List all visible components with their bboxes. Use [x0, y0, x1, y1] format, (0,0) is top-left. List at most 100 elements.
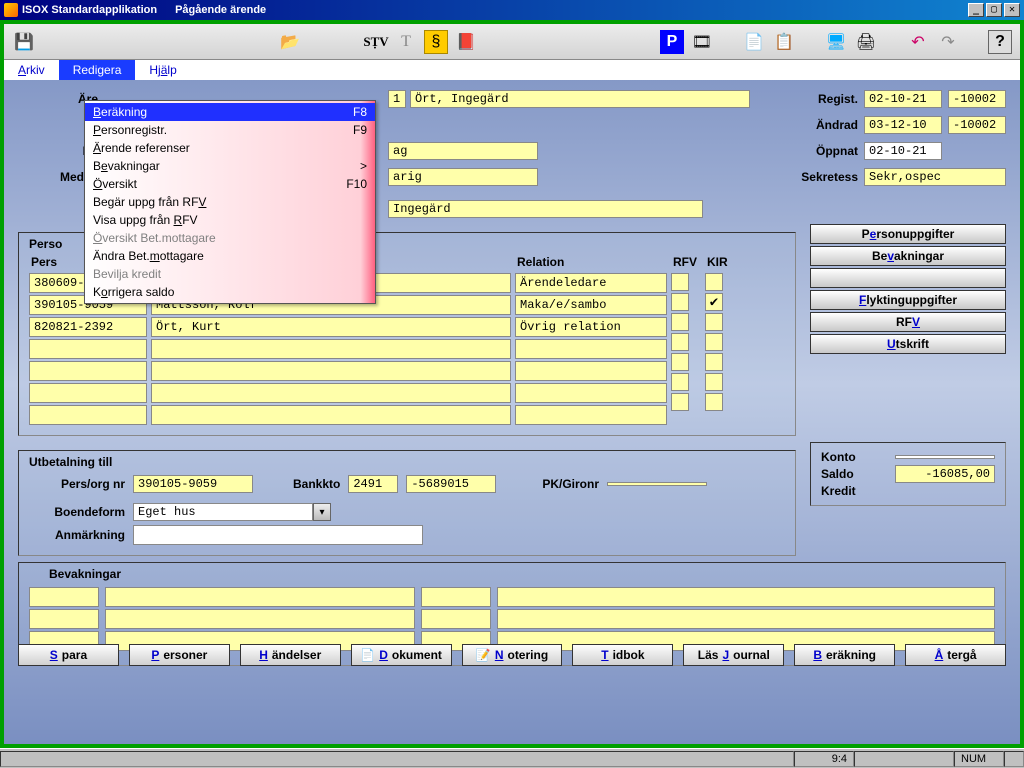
- side-button[interactable]: Personuppgifter: [810, 224, 1006, 244]
- andrad-date[interactable]: 03-12-10: [864, 116, 942, 134]
- kir-checkbox[interactable]: ✔: [705, 293, 723, 311]
- menu-item[interactable]: Ändra Bet.mottagare: [85, 247, 375, 265]
- kir-checkbox[interactable]: [705, 273, 723, 291]
- menu-item[interactable]: Personregistr.F9: [85, 121, 375, 139]
- pnr-cell[interactable]: [29, 361, 147, 381]
- rfv-checkbox[interactable]: [671, 373, 689, 391]
- pkgiro-field[interactable]: [607, 482, 707, 486]
- rfv-checkbox[interactable]: [671, 293, 689, 311]
- copy-icon[interactable]: 📄: [742, 30, 766, 54]
- arende-nr[interactable]: 1: [388, 90, 406, 108]
- paste-icon[interactable]: 📋: [772, 30, 796, 54]
- side-button[interactable]: Bevakningar: [810, 246, 1006, 266]
- open-case-icon[interactable]: 📂: [278, 30, 302, 54]
- menu-item[interactable]: BeräkningF8: [85, 103, 375, 121]
- berakning-button[interactable]: Beräkning: [794, 644, 895, 666]
- stv-icon[interactable]: SṬV: [364, 30, 388, 54]
- pnr-cell[interactable]: [29, 405, 147, 425]
- relation-cell[interactable]: Övrig relation: [515, 317, 667, 337]
- arende-namn[interactable]: Ört, Ingegärd: [410, 90, 750, 108]
- redo-icon[interactable]: ↷: [936, 30, 960, 54]
- side-button[interactable]: Utskrift: [810, 334, 1006, 354]
- kir-checkbox[interactable]: [705, 353, 723, 371]
- kir-checkbox[interactable]: [705, 333, 723, 351]
- undo-close-icon[interactable]: ↶: [906, 30, 930, 54]
- rfv-checkbox[interactable]: [671, 393, 689, 411]
- menu-item[interactable]: Begär uppg från RFV: [85, 193, 375, 211]
- menu-hjalp[interactable]: Hjälp: [135, 60, 190, 80]
- anmarkning-field[interactable]: [133, 525, 423, 545]
- spara-button[interactable]: Spara: [18, 644, 119, 666]
- menu-item[interactable]: ÖversiktF10: [85, 175, 375, 193]
- pnr-cell[interactable]: 820821-2392: [29, 317, 147, 337]
- bevak-cell[interactable]: [29, 587, 99, 607]
- menu-item[interactable]: Ärende referenser: [85, 139, 375, 157]
- section-icon[interactable]: §: [424, 30, 448, 54]
- print-icon[interactable]: 🖨: [854, 30, 878, 54]
- name-cell[interactable]: [151, 339, 511, 359]
- side-button[interactable]: Flyktinguppgifter: [810, 290, 1006, 310]
- save-icon[interactable]: 💾: [12, 30, 36, 54]
- konto-field[interactable]: [895, 455, 995, 459]
- hand-value[interactable]: ag: [388, 142, 538, 160]
- bevak-cell[interactable]: [421, 609, 491, 629]
- relation-cell[interactable]: [515, 383, 667, 403]
- help-icon[interactable]: ?: [988, 30, 1012, 54]
- pnr-cell[interactable]: [29, 383, 147, 403]
- handelser-button[interactable]: Händelser: [240, 644, 341, 666]
- minimize-button[interactable]: _: [968, 3, 984, 17]
- text-icon[interactable]: T: [394, 30, 418, 54]
- boendeform-dropdown-btn[interactable]: ▾: [313, 503, 331, 521]
- medhand-value[interactable]: arig: [388, 168, 538, 186]
- name-cell[interactable]: [151, 361, 511, 381]
- maximize-button[interactable]: ▢: [986, 3, 1002, 17]
- name-cell[interactable]: [151, 405, 511, 425]
- relation-cell[interactable]: [515, 405, 667, 425]
- menu-arkiv[interactable]: Arkiv: [4, 60, 59, 80]
- personer-button[interactable]: Personer: [129, 644, 230, 666]
- rfv-checkbox[interactable]: [671, 313, 689, 331]
- dokument-button[interactable]: 📄Dokument: [351, 644, 452, 666]
- bevak-cell[interactable]: [29, 609, 99, 629]
- kir-checkbox[interactable]: [705, 393, 723, 411]
- tidbok-button[interactable]: Tidbok: [572, 644, 673, 666]
- bevak-cell[interactable]: [497, 609, 995, 629]
- menu-item[interactable]: Visa uppg från RFV: [85, 211, 375, 229]
- bevak-cell[interactable]: [421, 587, 491, 607]
- bankkto-field2[interactable]: -5689015: [406, 475, 496, 493]
- boendeform-combo[interactable]: Eget hus: [133, 503, 313, 521]
- parking-icon[interactable]: P: [660, 30, 684, 54]
- relation-cell[interactable]: Maka/e/sambo: [515, 295, 667, 315]
- bevak-cell[interactable]: [105, 587, 415, 607]
- help-book-icon[interactable]: 📕: [454, 30, 478, 54]
- relation-cell[interactable]: [515, 361, 667, 381]
- side-button[interactable]: RFV: [810, 312, 1006, 332]
- name-cell[interactable]: [151, 383, 511, 403]
- aterga-button[interactable]: Återgå: [905, 644, 1006, 666]
- andrad-code[interactable]: -10002: [948, 116, 1006, 134]
- close-button[interactable]: ✕: [1004, 3, 1020, 17]
- rfv-checkbox[interactable]: [671, 273, 689, 291]
- screen-icon[interactable]: 🖥: [824, 30, 848, 54]
- bankkto-field1[interactable]: 2491: [348, 475, 398, 493]
- sekretess-value[interactable]: Sekr,ospec: [864, 168, 1006, 186]
- pnr-cell[interactable]: [29, 339, 147, 359]
- name-cell[interactable]: Ört, Kurt: [151, 317, 511, 337]
- person-name-field[interactable]: Ingegärd: [388, 200, 703, 218]
- kir-checkbox[interactable]: [705, 313, 723, 331]
- film-icon[interactable]: 🎞: [690, 30, 714, 54]
- oppnat-date[interactable]: 02-10-21: [864, 142, 942, 160]
- side-button[interactable]: [810, 268, 1006, 288]
- menu-redigera[interactable]: Redigera: [59, 60, 136, 80]
- rfv-checkbox[interactable]: [671, 333, 689, 351]
- relation-cell[interactable]: [515, 339, 667, 359]
- journal-button[interactable]: Läs Journal: [683, 644, 784, 666]
- bevak-cell[interactable]: [497, 587, 995, 607]
- rfv-checkbox[interactable]: [671, 353, 689, 371]
- relation-cell[interactable]: Ärendeledare: [515, 273, 667, 293]
- menu-item[interactable]: Korrigera saldo: [85, 283, 375, 301]
- regist-date[interactable]: 02-10-21: [864, 90, 942, 108]
- bevak-cell[interactable]: [105, 609, 415, 629]
- notering-button[interactable]: 📝Notering: [462, 644, 563, 666]
- menu-item[interactable]: Bevakningar>: [85, 157, 375, 175]
